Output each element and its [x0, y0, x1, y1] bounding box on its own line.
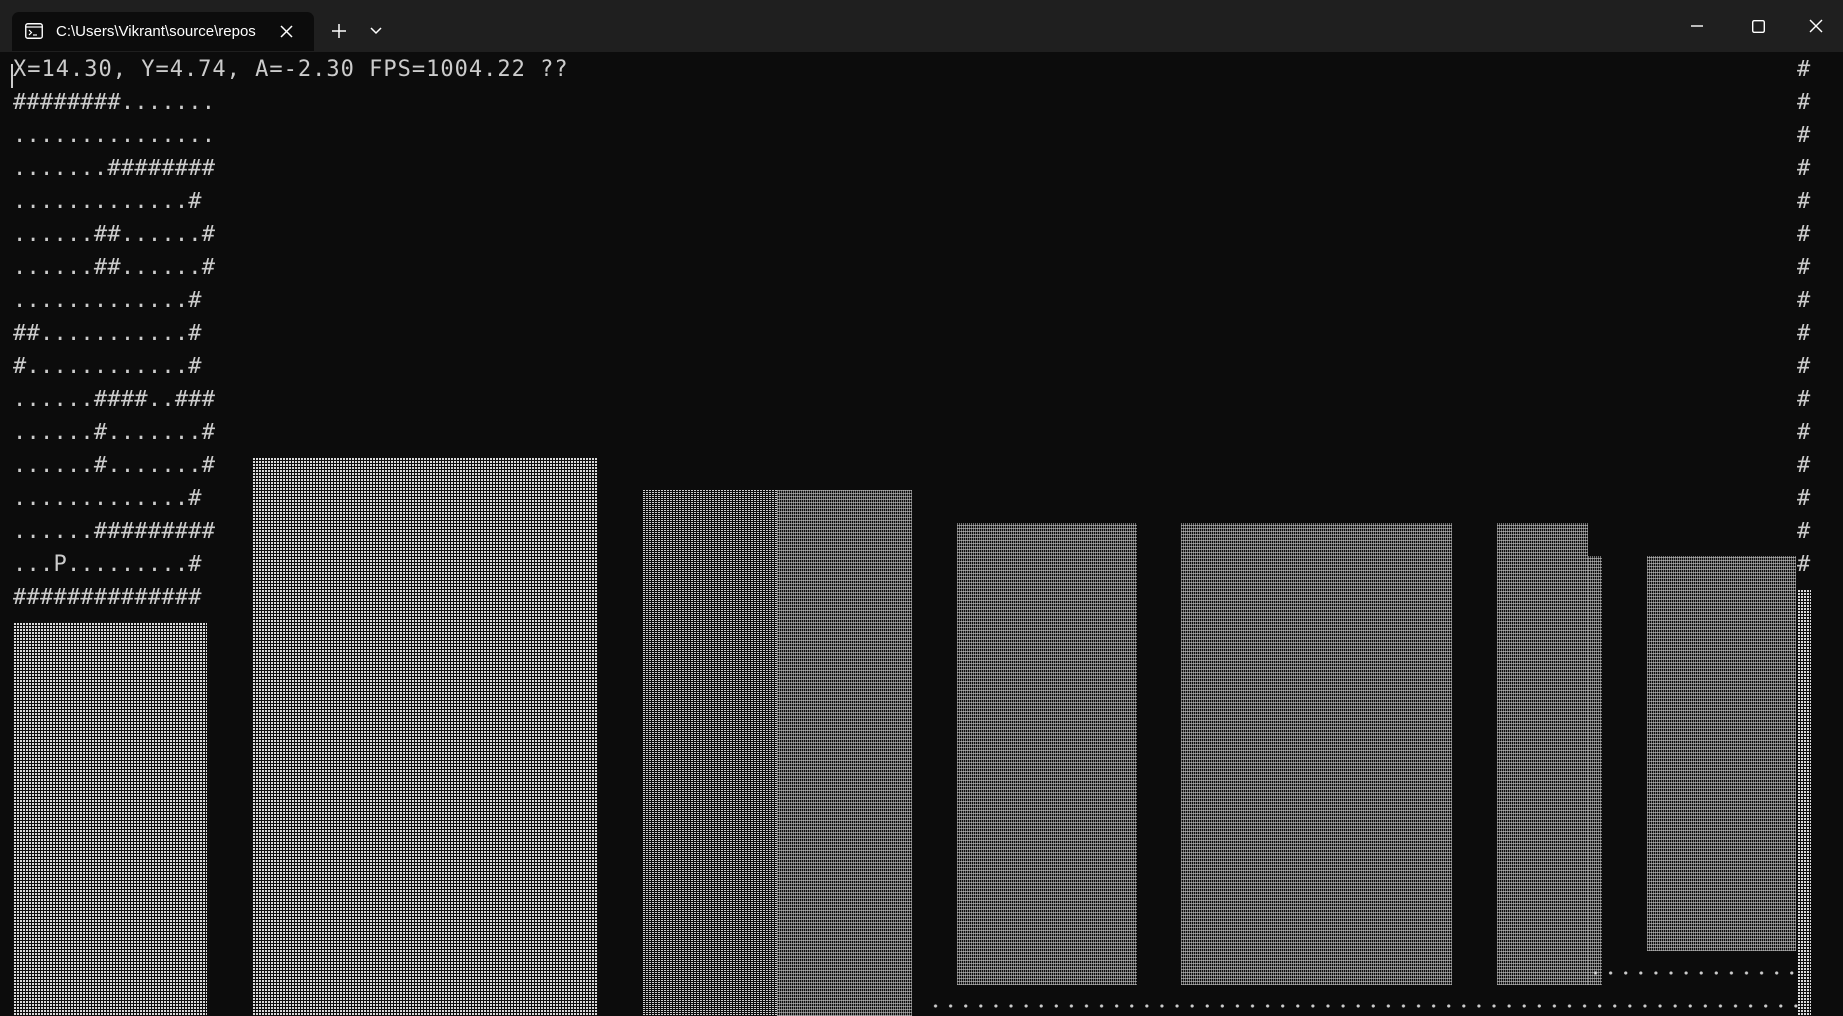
map-row: ......#.......#: [13, 453, 216, 478]
edge-wall-char: #: [1797, 57, 1811, 82]
edge-wall-char: #: [1797, 354, 1811, 379]
wall-column: [957, 523, 1137, 985]
close-window-icon[interactable]: [1798, 12, 1834, 40]
map-row: ...P.........#: [13, 552, 202, 577]
terminal-tab[interactable]: C:\Users\Vikrant\source\repos: [12, 12, 314, 51]
edge-wall-char: #: [1797, 486, 1811, 511]
chevron-down-icon[interactable]: [366, 22, 386, 40]
plus-icon[interactable]: [327, 19, 351, 43]
wall-column: [777, 490, 912, 1016]
map-row: ......#########: [13, 519, 216, 544]
title-bar: C:\Users\Vikrant\source\repos: [0, 0, 1843, 52]
map-row: #............#: [13, 354, 202, 379]
wall-column: [642, 490, 777, 1016]
edge-wall-char: #: [1797, 255, 1811, 280]
edge-wall-char: #: [1797, 189, 1811, 214]
map-row: ##...........#: [13, 321, 202, 346]
wall-column: [1647, 556, 1796, 951]
edge-wall-char: #: [1797, 387, 1811, 412]
edge-wall-char: #: [1797, 156, 1811, 181]
minimize-icon[interactable]: [1679, 12, 1715, 40]
map-row: .............#: [13, 486, 202, 511]
wall-column: [13, 622, 207, 1016]
wall-column: [1797, 589, 1811, 1016]
map-row: ########.......: [13, 90, 216, 115]
map-row: .............#: [13, 189, 202, 214]
wall-column: [1588, 556, 1602, 985]
map-row: ......##......#: [13, 222, 216, 247]
wall-column: [1497, 523, 1588, 985]
wall-column: [1181, 523, 1452, 985]
wall-column: [252, 457, 597, 1016]
edge-wall-char: #: [1797, 123, 1811, 148]
floor-shading: [928, 1003, 1798, 1009]
edge-wall-char: #: [1797, 453, 1811, 478]
edge-wall-char: #: [1797, 552, 1811, 577]
map-row: ##############: [13, 585, 202, 610]
edge-wall-char: #: [1797, 420, 1811, 445]
map-row: .......########: [13, 156, 216, 181]
tab-title: C:\Users\Vikrant\source\repos: [56, 23, 256, 40]
console-output[interactable]: X=14.30, Y=4.74, A=-2.30 FPS=1004.22 ?? …: [0, 52, 1843, 1016]
map-row: ...............: [13, 123, 216, 148]
floor-shading: [1588, 970, 1798, 976]
terminal-icon: [25, 23, 43, 39]
maximize-icon[interactable]: [1740, 12, 1776, 40]
status-line: X=14.30, Y=4.74, A=-2.30 FPS=1004.22 ??: [13, 57, 569, 82]
map-row: ......#.......#: [13, 420, 216, 445]
map-row: ......##......#: [13, 255, 216, 280]
close-tab-icon[interactable]: [278, 23, 295, 40]
edge-wall-char: #: [1797, 90, 1811, 115]
edge-wall-char: #: [1797, 321, 1811, 346]
edge-wall-char: #: [1797, 288, 1811, 313]
edge-wall-char: #: [1797, 519, 1811, 544]
map-row: ......####..###: [13, 387, 216, 412]
edge-wall-char: #: [1797, 222, 1811, 247]
map-row: .............#: [13, 288, 202, 313]
